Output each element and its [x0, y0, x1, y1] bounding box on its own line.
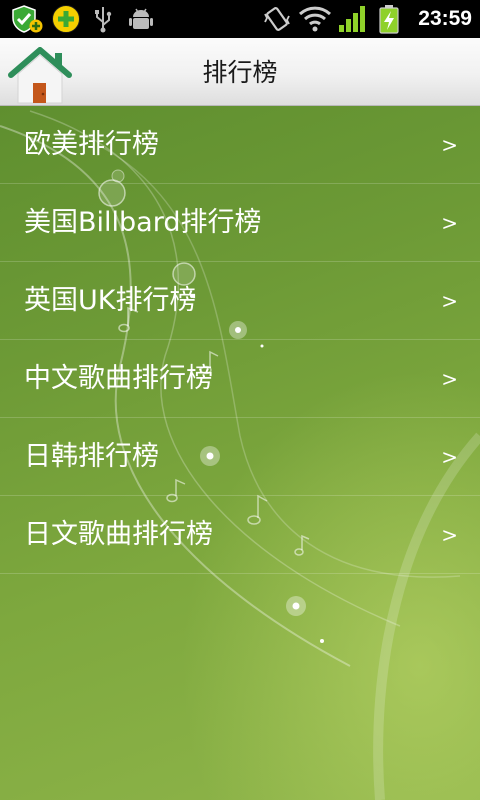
- chart-list: 欧美排行榜 > 美国Billbard排行榜 > 英国UK排行榜 > 中文歌曲排行…: [0, 106, 480, 574]
- status-bar: 23:59: [0, 0, 480, 38]
- plus-app-icon: [52, 5, 80, 33]
- clock-time: 23:59: [418, 7, 472, 30]
- list-item[interactable]: 日韩排行榜 >: [0, 418, 480, 496]
- home-icon[interactable]: [7, 47, 73, 105]
- wifi-icon: [298, 6, 332, 32]
- list-item-label: 日文歌曲排行榜: [24, 519, 213, 550]
- android-debug-icon: [129, 8, 153, 29]
- battery-charging-icon: [379, 5, 399, 34]
- list-item-label: 日韩排行榜: [24, 441, 159, 472]
- chevron-right-icon: >: [441, 211, 458, 235]
- signal-icon: [339, 6, 365, 32]
- list-item[interactable]: 英国UK排行榜 >: [0, 262, 480, 340]
- list-item[interactable]: 美国Billbard排行榜 >: [0, 184, 480, 262]
- list-item-label: 美国Billbard排行榜: [24, 207, 262, 238]
- list-item[interactable]: 中文歌曲排行榜 >: [0, 340, 480, 418]
- list-item-label: 英国UK排行榜: [24, 285, 197, 316]
- list-item-label: 欧美排行榜: [24, 129, 159, 160]
- chevron-right-icon: >: [441, 523, 458, 547]
- usb-icon: [95, 7, 112, 33]
- title-bar: 排行榜: [0, 38, 480, 106]
- content-area: 欧美排行榜 > 美国Billbard排行榜 > 英国UK排行榜 > 中文歌曲排行…: [0, 106, 480, 800]
- list-item-label: 中文歌曲排行榜: [24, 363, 213, 394]
- list-item[interactable]: 欧美排行榜 >: [0, 106, 480, 184]
- chevron-right-icon: >: [441, 445, 458, 469]
- chevron-right-icon: >: [441, 367, 458, 391]
- list-item[interactable]: 日文歌曲排行榜 >: [0, 496, 480, 574]
- chevron-right-icon: >: [441, 133, 458, 157]
- chevron-right-icon: >: [441, 289, 458, 313]
- vibrate-icon: [264, 7, 290, 31]
- shield-check-icon: [12, 5, 43, 33]
